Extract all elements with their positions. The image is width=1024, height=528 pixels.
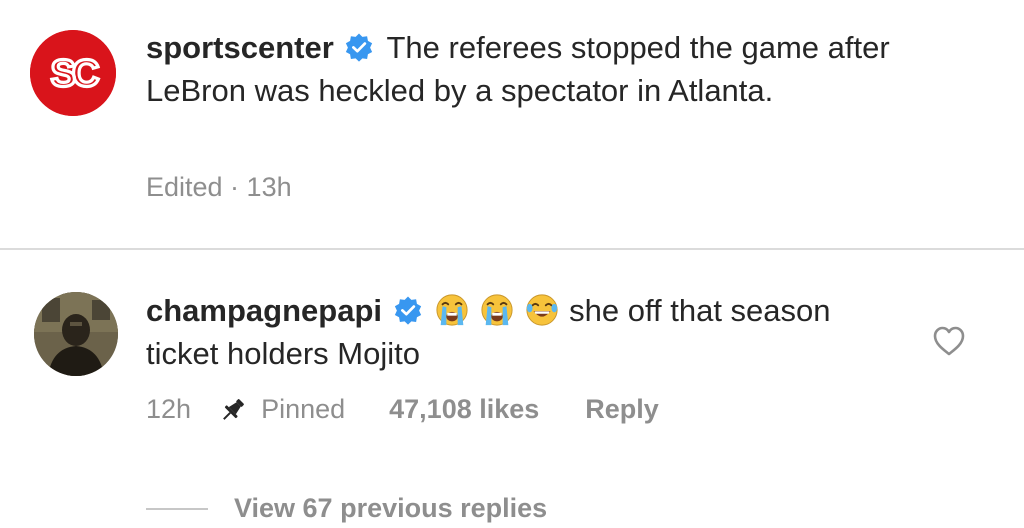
post-username[interactable]: sportscenter	[146, 30, 334, 65]
pin-icon	[223, 398, 244, 420]
loudly-crying-face-icon	[481, 294, 513, 326]
comment-text: champagnepapi she off that season ticket…	[146, 289, 906, 375]
comment-meta: 12h Pinned 47,108 likes Reply	[146, 394, 659, 425]
profile-photo-icon	[34, 292, 118, 376]
comment-time: 12h	[146, 394, 192, 424]
view-replies[interactable]: View 67 previous replies	[146, 493, 547, 524]
like-heart-icon[interactable]	[932, 325, 966, 357]
face-with-tears-of-joy-icon	[525, 294, 558, 326]
replies-divider	[146, 507, 208, 510]
caption-text: sportscenter The referees stopped the ga…	[146, 26, 946, 112]
comment: champagnepapi she off that season ticket…	[0, 250, 1024, 528]
post-meta: Edited · 13h	[146, 172, 292, 202]
sportscenter-avatar[interactable]: SC	[30, 30, 116, 116]
sportscenter-logo-icon: SC	[30, 30, 116, 116]
loudly-crying-face-icon	[436, 294, 468, 326]
reply-button[interactable]: Reply	[585, 394, 659, 425]
post-caption: SC sportscenter The referees stopped the…	[0, 0, 1024, 248]
likes-count[interactable]: 47,108 likes	[389, 394, 539, 425]
comment-username[interactable]: champagnepapi	[146, 293, 382, 328]
pinned-label: Pinned	[261, 394, 346, 424]
svg-text:SC: SC	[51, 53, 99, 95]
verified-badge-icon	[346, 33, 373, 62]
verified-badge-icon	[394, 296, 421, 325]
view-replies-label[interactable]: View 67 previous replies	[234, 493, 547, 524]
champagnepapi-avatar[interactable]	[34, 292, 118, 376]
